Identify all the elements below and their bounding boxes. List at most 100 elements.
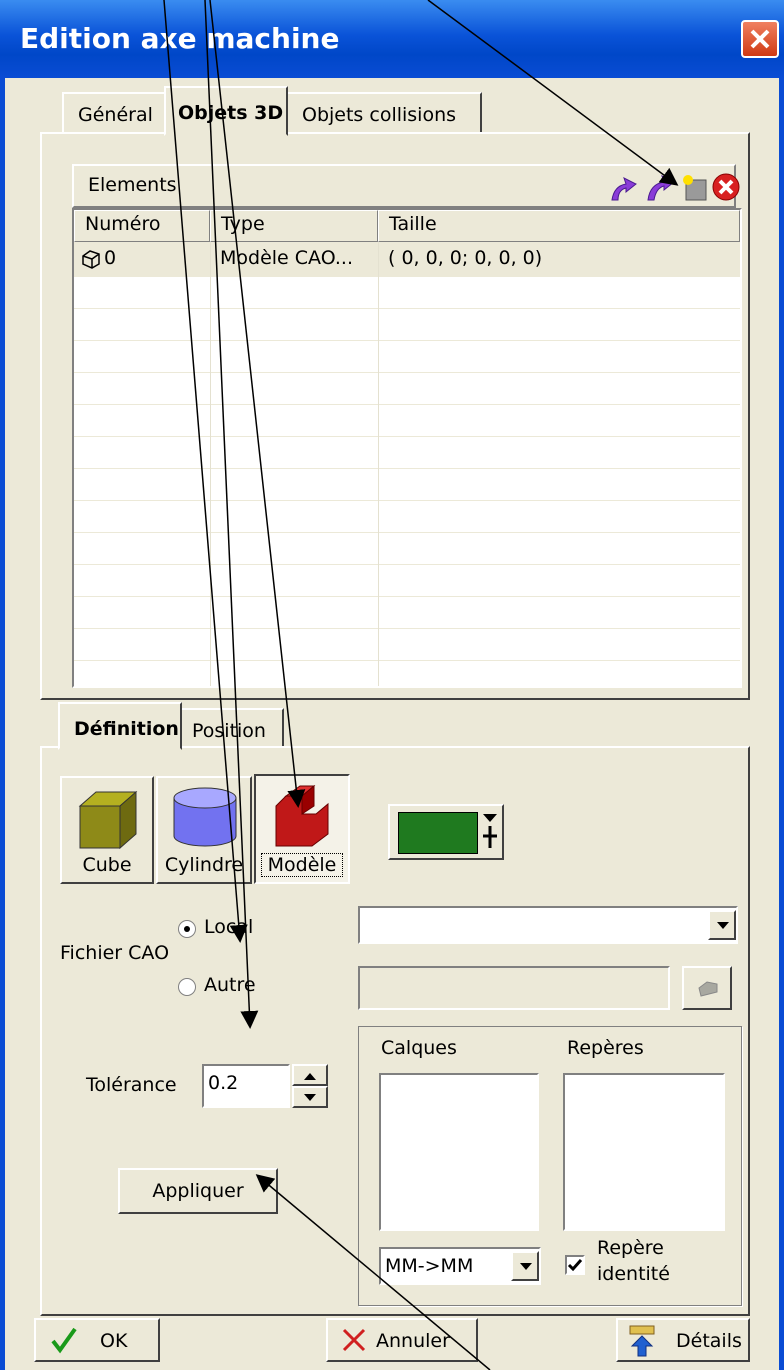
window-title: Edition axe machine: [20, 22, 340, 55]
list-row-empty: [74, 340, 740, 373]
window-border-left: [0, 78, 5, 1370]
row-type: Modèle CAO...: [220, 247, 354, 269]
shape-label: Cylindre: [164, 854, 244, 876]
units-dropdown-button[interactable]: [511, 1251, 539, 1281]
browse-button[interactable]: [682, 966, 732, 1010]
close-icon: [750, 29, 770, 49]
shape-label: Cube: [82, 854, 132, 876]
cube-icon: [78, 790, 138, 850]
row-numero: 0: [104, 247, 117, 269]
tab-objets-collisions[interactable]: Objets collisions: [286, 92, 482, 134]
definition-panel: Cube Cylindre Modèle Fichier CAO Local A…: [40, 746, 750, 1316]
move-up-button[interactable]: [606, 170, 640, 204]
tolerance-up-button[interactable]: [292, 1064, 328, 1086]
details-arrow-icon: [629, 1325, 655, 1357]
title-bar[interactable]: Edition axe machine: [0, 0, 784, 78]
list-row-empty: [74, 596, 740, 629]
tab-objets-3d[interactable]: Objets 3D: [164, 86, 288, 136]
list-row-empty: [74, 532, 740, 565]
dialog-window: Edition axe machine Général Objets 3D Ob…: [0, 0, 784, 1370]
cancel-button[interactable]: Annuler: [326, 1318, 478, 1362]
shape-model-button[interactable]: Modèle: [254, 774, 350, 884]
identity-label-line1: Repère: [597, 1237, 664, 1259]
identity-label-line2: identité: [597, 1263, 670, 1285]
window-border-right: [779, 78, 784, 1370]
apply-button-label: Appliquer: [152, 1180, 244, 1202]
details-button-label: Détails: [676, 1330, 742, 1352]
local-file-select[interactable]: [358, 906, 738, 944]
row-taille: ( 0, 0, 0; 0, 0, 0): [388, 247, 543, 269]
table-row[interactable]: 0 Modèle CAO... ( 0, 0, 0; 0, 0, 0): [74, 242, 740, 277]
cancel-button-label: Annuler: [376, 1330, 450, 1352]
color-swatch: [398, 812, 478, 854]
reperes-list[interactable]: [563, 1073, 725, 1231]
column-header-taille[interactable]: Taille: [378, 210, 740, 242]
radio-local-label: Local: [204, 916, 254, 938]
elements-toolbar: Elements: [72, 164, 740, 208]
column-divider: [378, 242, 379, 686]
list-row-empty: [74, 564, 740, 597]
calques-label: Calques: [381, 1037, 457, 1059]
tab-position[interactable]: Position: [180, 708, 284, 748]
column-header-numero[interactable]: Numéro: [74, 210, 210, 242]
apply-button[interactable]: Appliquer: [118, 1168, 278, 1214]
checkmark-icon: [567, 1259, 583, 1272]
calques-list[interactable]: [379, 1073, 539, 1231]
elements-title: Elements: [88, 174, 177, 196]
tab-label: Objets collisions: [302, 104, 457, 126]
objets-3d-panel: Elements Numéro Type Taille 0 Modèle CAO…: [40, 132, 750, 700]
new-element-icon: [683, 175, 707, 201]
reperes-label: Repères: [567, 1037, 644, 1059]
column-divider: [210, 242, 211, 686]
list-row-empty: [74, 372, 740, 405]
model-icon: [275, 784, 329, 847]
color-picker[interactable]: [388, 804, 504, 860]
checkmark-icon: [51, 1327, 77, 1354]
solid-icon: [80, 248, 102, 275]
identity-checkbox[interactable]: [565, 1255, 585, 1275]
list-row-empty: [74, 308, 740, 341]
tab-label: Général: [78, 104, 153, 126]
list-row-empty: [74, 628, 740, 661]
list-row-empty: [74, 436, 740, 469]
delete-element-button[interactable]: [710, 170, 744, 204]
close-button[interactable]: [741, 20, 779, 58]
cylinder-icon: [173, 787, 237, 847]
tab-general[interactable]: Général: [62, 92, 166, 134]
list-row-empty: [74, 468, 740, 501]
tolerance-down-button[interactable]: [292, 1086, 328, 1108]
color-dropdown-icon: [483, 814, 497, 848]
tab-label: Objets 3D: [178, 102, 284, 124]
ok-button[interactable]: OK: [34, 1318, 160, 1362]
radio-local[interactable]: [178, 920, 196, 938]
list-row-empty: [74, 404, 740, 437]
spin-up-icon: [304, 1073, 316, 1080]
elements-list[interactable]: Numéro Type Taille 0 Modèle CAO... ( 0, …: [72, 208, 742, 688]
details-button[interactable]: Détails: [616, 1318, 750, 1362]
spin-down-icon: [304, 1094, 316, 1101]
autre-file-field: [358, 966, 670, 1010]
add-element-button[interactable]: [678, 170, 712, 204]
fichier-cao-label: Fichier CAO: [60, 942, 170, 964]
browse-icon: [698, 981, 718, 997]
column-header-type[interactable]: Type: [210, 210, 378, 242]
units-select[interactable]: MM->MM: [379, 1247, 541, 1285]
layers-group: Calques Repères MM->MM Repère identité: [358, 1026, 742, 1306]
move-down-button[interactable]: [642, 170, 676, 204]
delete-icon: [712, 173, 740, 201]
tab-definition[interactable]: Définition: [58, 702, 182, 750]
local-dropdown-button[interactable]: [708, 910, 736, 940]
move-down-icon: [647, 175, 675, 201]
shape-cube-button[interactable]: Cube: [60, 776, 154, 884]
shape-cylinder-button[interactable]: Cylindre: [156, 776, 252, 884]
list-row-empty: [74, 276, 740, 309]
radio-autre[interactable]: [178, 978, 196, 996]
cross-icon: [342, 1328, 366, 1352]
list-row-empty: [74, 500, 740, 533]
shape-label: Modèle: [261, 853, 343, 877]
tab-label: Définition: [74, 718, 179, 740]
tolerance-value: 0.2: [208, 1072, 239, 1094]
tolerance-input[interactable]: 0.2: [202, 1064, 290, 1108]
move-up-icon: [611, 177, 637, 201]
list-row-empty: [74, 660, 740, 686]
